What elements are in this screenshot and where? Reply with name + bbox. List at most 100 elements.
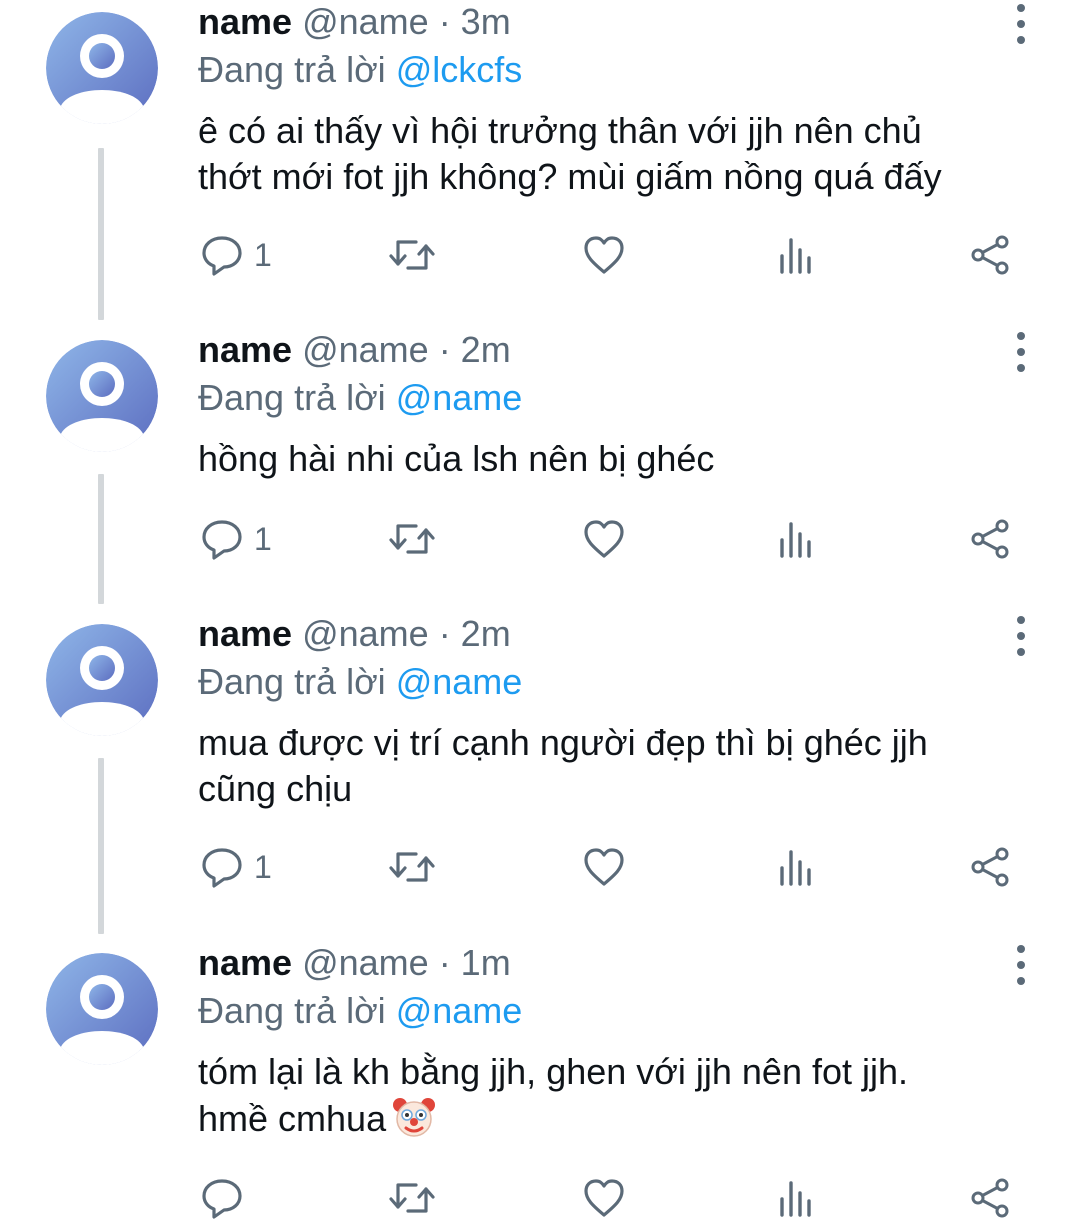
stats-button[interactable]	[776, 516, 816, 562]
tweet-text: tóm lại là kh bằng jjh, ghen với jjh nên…	[198, 1049, 1028, 1150]
stats-button[interactable]	[776, 232, 816, 278]
mention-link[interactable]: @lckcfs	[396, 49, 523, 90]
tweet-text-line: mua được vị trí cạnh người đẹp thì bị gh…	[198, 722, 928, 763]
default-user-icon	[46, 624, 158, 736]
reply-count: 1	[254, 237, 272, 273]
share-button[interactable]	[968, 1175, 1012, 1221]
tweet-text-line: tóm lại là kh bằng jjh, ghen với jjh nên…	[198, 1051, 909, 1092]
retweet-button[interactable]	[388, 1175, 436, 1221]
more-vertical-icon[interactable]	[1005, 332, 1037, 372]
display-name[interactable]: name	[198, 1, 292, 42]
thread-line	[98, 148, 104, 320]
action-bar: 1	[198, 232, 1028, 278]
display-name[interactable]: name	[198, 942, 292, 983]
more-vertical-icon[interactable]	[1005, 616, 1037, 656]
replying-to: Đang trả lời @lckcfs	[198, 48, 522, 92]
tweet-text-line: ê có ai thấy vì hội trưởng thân với jjh …	[198, 110, 922, 151]
handle[interactable]: @name	[302, 942, 429, 983]
timestamp[interactable]: · 2m	[439, 329, 511, 370]
action-bar	[198, 1175, 1028, 1221]
reply-icon	[202, 236, 242, 276]
share-icon	[971, 519, 1009, 559]
replying-prefix: Đang trả lời	[198, 661, 386, 702]
tweet-text-line: cũng chịu	[198, 768, 353, 809]
retweet-button[interactable]	[388, 516, 436, 562]
timestamp[interactable]: · 3m	[439, 1, 511, 42]
tweet-text: hồng hài nhi của lsh nên bị ghéc	[198, 436, 1028, 482]
reply-button[interactable]: 1	[200, 844, 272, 890]
handle[interactable]: @name	[302, 329, 429, 370]
like-button[interactable]	[582, 232, 626, 278]
share-button[interactable]	[968, 232, 1012, 278]
mention-link[interactable]: @name	[396, 990, 523, 1031]
heart-icon	[584, 236, 624, 274]
display-name[interactable]: name	[198, 329, 292, 370]
tweet-header: name @name · 2m	[198, 328, 511, 372]
stats-button[interactable]	[776, 844, 816, 890]
handle[interactable]: @name	[302, 1, 429, 42]
like-button[interactable]	[582, 1175, 626, 1221]
tweet-text-line: hồng hài nhi của lsh nên bị ghéc	[198, 438, 715, 479]
heart-icon	[584, 520, 624, 558]
default-user-icon	[46, 340, 158, 452]
reply-button[interactable]	[200, 1175, 254, 1221]
heart-icon	[584, 1179, 624, 1217]
tweet-header: name @name · 1m	[198, 941, 511, 985]
replying-prefix: Đang trả lời	[198, 377, 386, 418]
reply-count: 1	[254, 849, 272, 885]
mention-link[interactable]: @name	[396, 377, 523, 418]
reply-button[interactable]: 1	[200, 516, 272, 562]
tweet-text: mua được vị trí cạnh người đẹp thì bị gh…	[198, 720, 1028, 812]
replying-to: Đang trả lời @name	[198, 989, 522, 1033]
handle[interactable]: @name	[302, 613, 429, 654]
share-icon	[971, 235, 1009, 275]
action-bar: 1	[198, 844, 1028, 890]
avatar[interactable]	[46, 624, 158, 736]
share-icon	[971, 847, 1009, 887]
stats-icon	[780, 1181, 811, 1217]
tweet-text-line: thớt mới fot jjh không? mùi giấm nồng qu…	[198, 156, 942, 197]
tweet-header: name @name · 2m	[198, 612, 511, 656]
action-bar: 1	[198, 516, 1028, 562]
share-button[interactable]	[968, 844, 1012, 890]
default-user-icon	[46, 953, 158, 1065]
share-button[interactable]	[968, 516, 1012, 562]
retweet-button[interactable]	[388, 844, 436, 890]
timestamp[interactable]: · 2m	[439, 613, 511, 654]
tweet-text-line-with-emoji: hmề cmhua	[198, 1095, 1028, 1150]
replying-prefix: Đang trả lời	[198, 990, 386, 1031]
like-button[interactable]	[582, 516, 626, 562]
timestamp[interactable]: · 1m	[439, 942, 511, 983]
reply-icon	[202, 1179, 242, 1219]
retweet-button[interactable]	[388, 232, 436, 278]
more-vertical-icon[interactable]	[1005, 4, 1037, 44]
display-name[interactable]: name	[198, 613, 292, 654]
avatar[interactable]	[46, 340, 158, 452]
retweet-icon	[389, 1183, 435, 1213]
default-user-icon	[46, 12, 158, 124]
tweet-text: ê có ai thấy vì hội trưởng thân với jjh …	[198, 108, 1028, 200]
share-icon	[971, 1178, 1009, 1218]
stats-button[interactable]	[776, 1175, 816, 1221]
stats-icon	[780, 850, 811, 886]
replying-prefix: Đang trả lời	[198, 49, 386, 90]
replying-to: Đang trả lời @name	[198, 660, 522, 704]
reply-button[interactable]: 1	[200, 232, 272, 278]
reply-icon	[202, 848, 242, 888]
thread-line	[98, 758, 104, 934]
tweet-text-line: hmề cmhua	[198, 1098, 387, 1139]
reply-count: 1	[254, 521, 272, 557]
avatar[interactable]	[46, 953, 158, 1065]
clown-face-emoji	[392, 1095, 436, 1150]
like-button[interactable]	[582, 844, 626, 890]
heart-icon	[584, 848, 624, 886]
stats-icon	[780, 238, 811, 274]
reply-icon	[202, 520, 242, 560]
retweet-icon	[389, 524, 435, 554]
more-vertical-icon[interactable]	[1005, 945, 1037, 985]
thread-line	[98, 474, 104, 604]
avatar[interactable]	[46, 12, 158, 124]
tweet-header: name @name · 3m	[198, 0, 511, 44]
stats-icon	[780, 522, 811, 558]
mention-link[interactable]: @name	[396, 661, 523, 702]
